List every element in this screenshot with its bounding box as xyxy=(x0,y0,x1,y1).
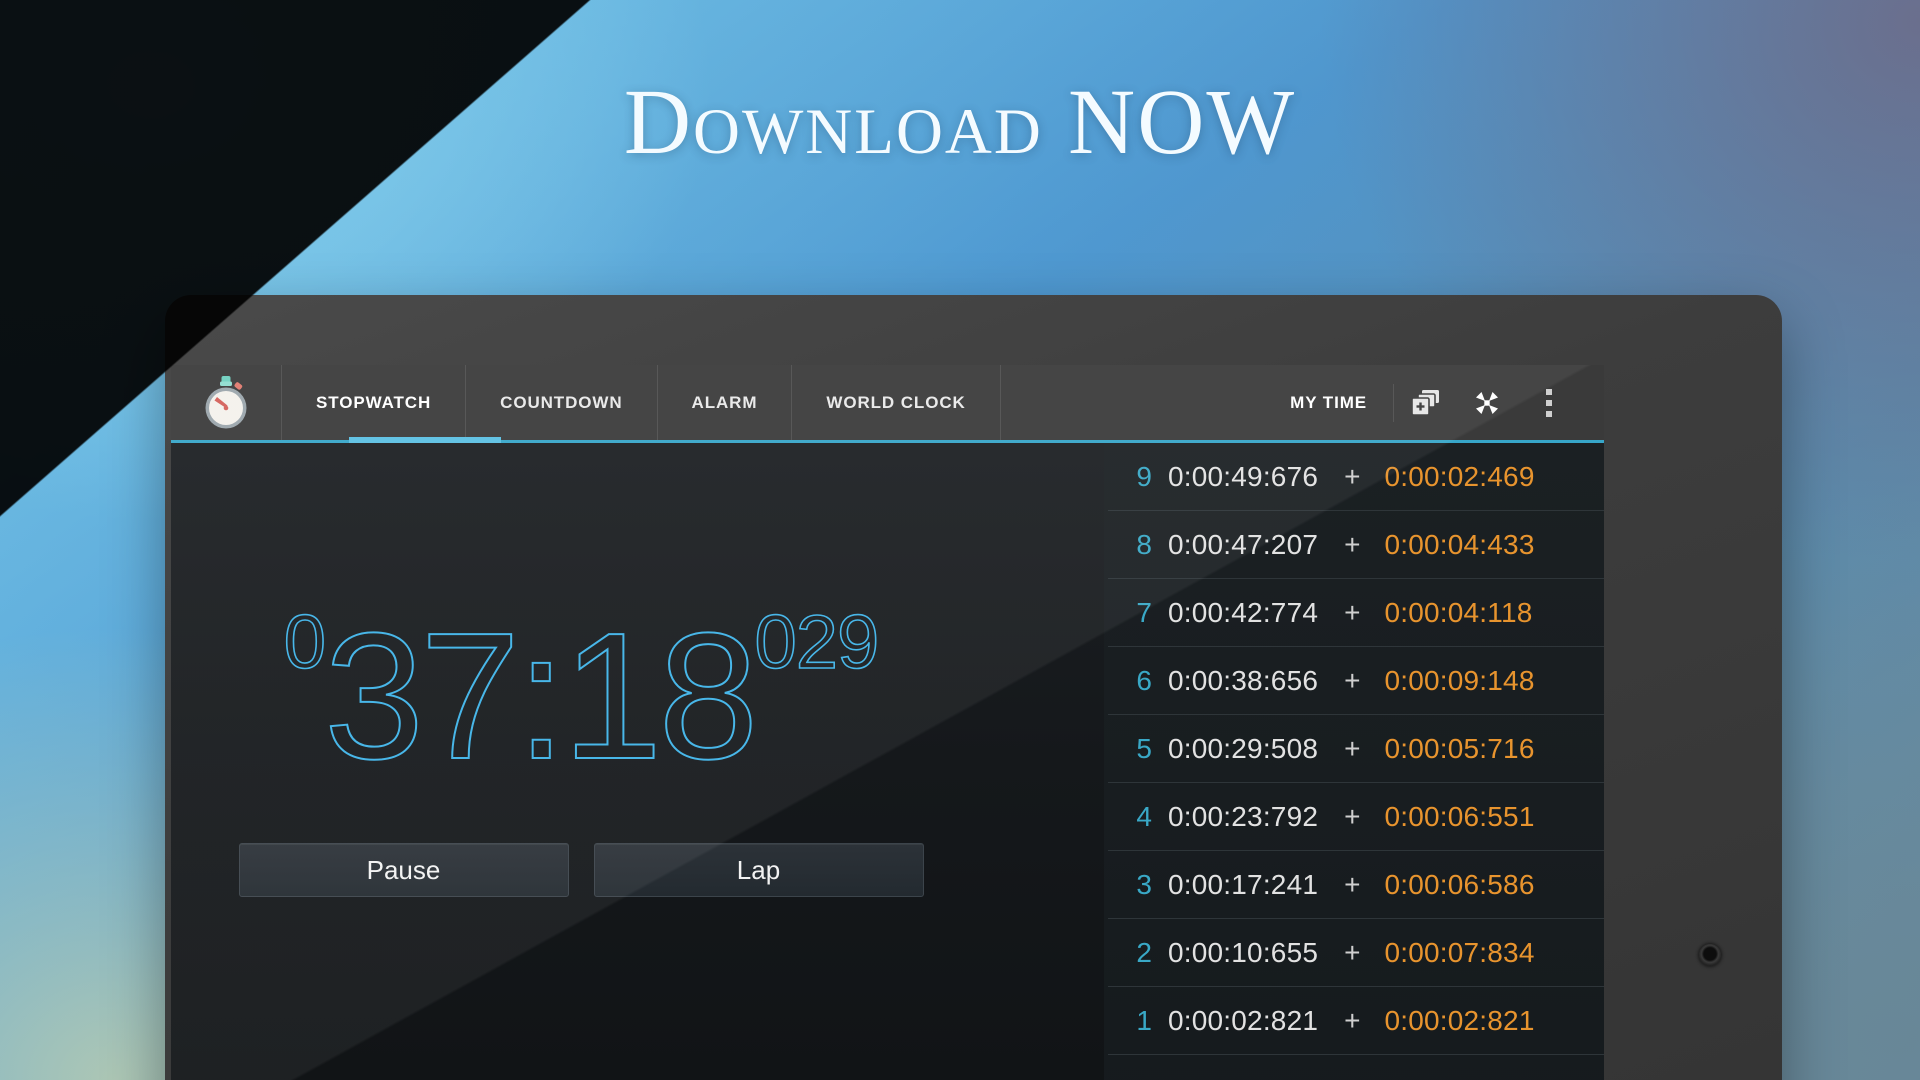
lap-plus-symbol: + xyxy=(1344,460,1361,492)
stopwatch-controls: Pause Lap xyxy=(171,843,991,897)
lap-number: 5 xyxy=(1136,732,1152,764)
lap-split-time: 0:00:04:118 xyxy=(1384,596,1533,628)
toolbar-actions: MY TIME xyxy=(1272,365,1604,440)
fullscreen-expand-icon[interactable] xyxy=(1456,365,1518,440)
lap-total-time: 0:00:17:241 xyxy=(1168,868,1319,900)
lap-row[interactable]: 1 0:00:02:821 +0:00:02:821 xyxy=(1108,987,1604,1055)
timer-minutes-seconds: 37:18 xyxy=(323,595,759,798)
lap-total-time: 0:00:02:821 xyxy=(1168,1004,1319,1036)
lap-list[interactable]: 9 0:00:49:676 +0:00:02:469 8 0:00:47:207 +0:0… xyxy=(1104,443,1604,1080)
app-toolbar: STOPWATCH COUNTDOWN ALARM WORLD CLOCK MY… xyxy=(171,365,1604,440)
lap-split-time: 0:00:06:551 xyxy=(1384,800,1535,832)
headline-main: Download xyxy=(623,71,1043,174)
stopwatch-app: STOPWATCH COUNTDOWN ALARM WORLD CLOCK MY… xyxy=(171,365,1604,1080)
tab-world-clock[interactable]: WORLD CLOCK xyxy=(792,365,1001,440)
lap-total-time: 0:00:38:656 xyxy=(1168,664,1319,696)
lap-button[interactable]: Lap xyxy=(593,843,924,897)
lap-split-time: 0:00:02:469 xyxy=(1384,460,1535,492)
lap-plus-symbol: + xyxy=(1344,868,1361,900)
lap-split-time: 0:00:04:433 xyxy=(1384,528,1535,560)
lap-plus-symbol: + xyxy=(1344,596,1361,628)
tab-alarm[interactable]: ALARM xyxy=(658,365,793,440)
lap-row[interactable]: 6 0:00:38:656 +0:00:09:148 xyxy=(1108,647,1604,715)
lap-row[interactable]: 7 0:00:42:774 +0:00:04:118 xyxy=(1108,579,1604,647)
timer-display: 037:18029 xyxy=(171,593,991,800)
tablet-screen: STOPWATCH COUNTDOWN ALARM WORLD CLOCK MY… xyxy=(171,365,1604,1080)
lap-number: 7 xyxy=(1136,596,1152,628)
lap-number: 8 xyxy=(1136,528,1152,560)
lap-total-time: 0:00:10:655 xyxy=(1168,936,1319,968)
tab-countdown[interactable]: COUNTDOWN xyxy=(466,365,658,440)
lap-number: 2 xyxy=(1136,936,1152,968)
lap-plus-symbol: + xyxy=(1344,1004,1361,1036)
app-logo xyxy=(171,365,281,440)
lap-number: 3 xyxy=(1136,868,1152,900)
lap-row[interactable]: 8 0:00:47:207 +0:00:04:433 xyxy=(1108,511,1604,579)
lap-row[interactable]: 3 0:00:17:241 +0:00:06:586 xyxy=(1108,851,1604,919)
lap-number: 1 xyxy=(1136,1004,1152,1036)
lap-total-time: 0:00:23:792 xyxy=(1168,800,1319,832)
lap-number: 6 xyxy=(1136,664,1152,696)
my-time-button[interactable]: MY TIME xyxy=(1272,383,1394,422)
lap-plus-symbol: + xyxy=(1344,528,1361,560)
lap-total-time: 0:00:29:508 xyxy=(1168,732,1319,764)
lap-split-time: 0:00:07:834 xyxy=(1384,936,1535,968)
front-camera-icon xyxy=(1699,944,1721,966)
timer-milliseconds: 029 xyxy=(754,599,880,686)
overflow-dots xyxy=(1546,388,1552,417)
lap-plus-symbol: + xyxy=(1344,936,1361,968)
lap-total-time: 0:00:42:774 xyxy=(1168,596,1319,628)
lap-split-time: 0:00:02:821 xyxy=(1384,1004,1535,1036)
stopwatch-icon xyxy=(205,375,247,428)
lap-number: 4 xyxy=(1136,800,1152,832)
lap-total-time: 0:00:47:207 xyxy=(1168,528,1319,560)
lap-row[interactable]: 9 0:00:49:676 +0:00:02:469 xyxy=(1108,443,1604,511)
lap-row[interactable]: 4 0:00:23:792 +0:00:06:551 xyxy=(1108,783,1604,851)
lap-total-time: 0:00:49:676 xyxy=(1168,460,1319,492)
tab-bar: STOPWATCH COUNTDOWN ALARM WORLD CLOCK xyxy=(281,365,1001,440)
lap-row[interactable]: 5 0:00:29:508 +0:00:05:716 xyxy=(1108,715,1604,783)
lap-split-time: 0:00:09:148 xyxy=(1384,664,1535,696)
headline-emphasis: NOW xyxy=(1068,71,1297,174)
stopwatch-pane: 037:18029 Pause Lap xyxy=(171,443,991,1080)
lap-plus-symbol: + xyxy=(1344,732,1361,764)
lap-plus-symbol: + xyxy=(1344,800,1361,832)
lap-plus-symbol: + xyxy=(1344,664,1361,696)
more-vertical-icon[interactable] xyxy=(1518,365,1580,440)
timer-hours: 0 xyxy=(283,599,327,686)
tab-stopwatch[interactable]: STOPWATCH xyxy=(281,365,467,440)
promo-banner: Download NOW STOPWATCH COUNTDOWN ALARM W… xyxy=(0,0,1920,1080)
lap-split-time: 0:00:06:586 xyxy=(1384,868,1535,900)
add-layers-icon[interactable] xyxy=(1394,365,1456,440)
lap-number: 9 xyxy=(1136,460,1152,492)
lap-row[interactable]: 2 0:00:10:655 +0:00:07:834 xyxy=(1108,919,1604,987)
page-title: Download NOW xyxy=(0,76,1920,169)
pause-button[interactable]: Pause xyxy=(238,843,569,897)
lap-split-time: 0:00:05:716 xyxy=(1384,732,1535,764)
